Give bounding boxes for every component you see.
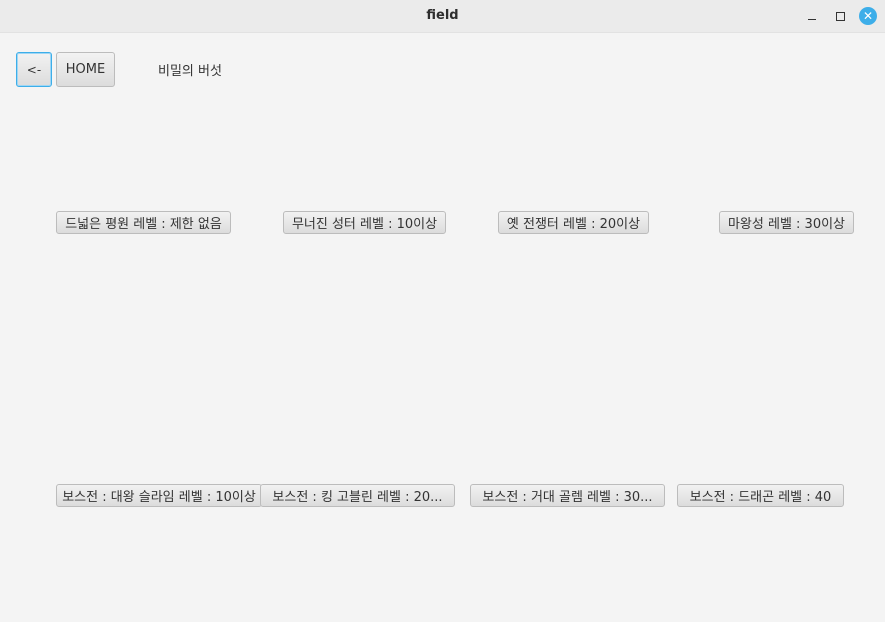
field-button-battlefield[interactable]: 옛 전쟁터 레벨 : 20이상 [498, 211, 649, 234]
maximize-button[interactable] [831, 7, 849, 25]
minimize-icon [808, 18, 816, 20]
title-bar: field ✕ [0, 0, 885, 33]
back-button[interactable]: <- [16, 52, 52, 87]
boss-button-dragon[interactable]: 보스전 : 드래곤 레벨 : 40 [677, 484, 844, 507]
home-button[interactable]: HOME [56, 52, 115, 87]
item-label: 비밀의 버섯 [158, 64, 222, 79]
field-button-demon-castle[interactable]: 마왕성 레벨 : 30이상 [719, 211, 854, 234]
close-icon: ✕ [862, 9, 874, 23]
close-button[interactable]: ✕ [859, 7, 877, 25]
minimize-button[interactable] [803, 7, 821, 25]
field-button-plains[interactable]: 드넓은 평원 레벨 : 제한 없음 [56, 211, 231, 234]
window-title: field [426, 8, 459, 23]
boss-button-king-slime[interactable]: 보스전 : 대왕 슬라임 레벨 : 10이상 [56, 484, 262, 507]
boss-button-giant-golem[interactable]: 보스전 : 거대 골렘 레벨 : 30... [470, 484, 665, 507]
maximize-icon [835, 11, 845, 21]
boss-button-king-goblin[interactable]: 보스전 : 킹 고블린 레벨 : 20... [260, 484, 455, 507]
field-button-ruins[interactable]: 무너진 성터 레벨 : 10이상 [283, 211, 446, 234]
